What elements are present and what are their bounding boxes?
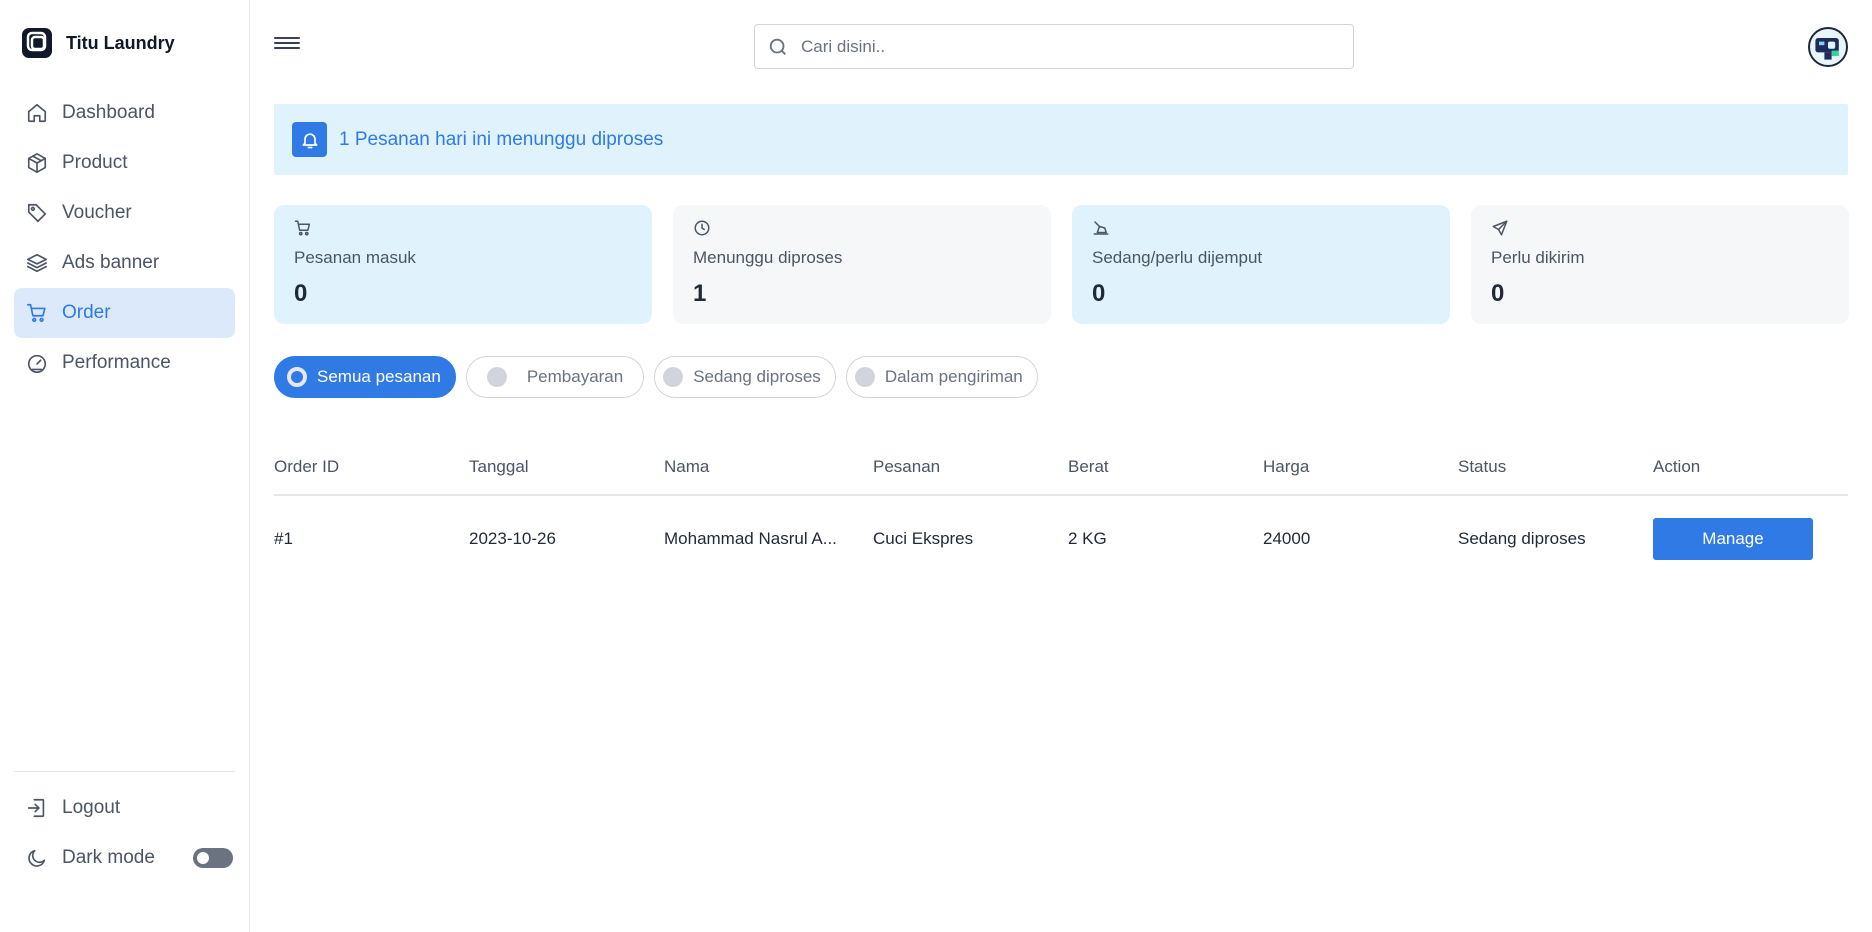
radio-indicator — [854, 367, 875, 387]
search-icon — [769, 38, 786, 55]
sidebar-item-order[interactable]: Order — [14, 288, 235, 338]
brand-logo-icon — [22, 28, 52, 58]
toggle-knob — [197, 852, 209, 864]
sidebar: Titu Laundry Dashboard Product Voucher A… — [0, 0, 250, 932]
cell-order-id: #1 — [274, 529, 293, 548]
layers-icon — [27, 253, 47, 273]
sidebar-item-ads-banner[interactable]: Ads banner — [14, 238, 235, 288]
sidebar-item-performance[interactable]: Performance — [14, 338, 235, 388]
sidebar-item-label: Order — [62, 302, 111, 323]
box-icon — [27, 153, 47, 173]
filter-pembayaran[interactable]: Pembayaran — [465, 356, 645, 398]
column-header-order-id: Order ID — [274, 457, 340, 476]
home-icon — [27, 103, 47, 123]
dark-mode-toggle[interactable] — [193, 848, 233, 868]
column-header-action: Action — [1653, 457, 1701, 476]
orders-table: Order ID Tanggal Nama Pesanan Berat Harg… — [274, 440, 1848, 582]
sidebar-item-label: Product — [62, 152, 128, 173]
radio-indicator — [486, 367, 507, 387]
filter-dalam-pengiriman[interactable]: Dalam pengiriman — [845, 356, 1038, 398]
avatar-image-icon — [1815, 38, 1839, 60]
stat-card-pesanan-masuk: Pesanan masuk 0 — [274, 205, 652, 324]
bell-icon — [302, 132, 317, 148]
sidebar-nav: Dashboard Product Voucher Ads banner Ord… — [14, 88, 235, 388]
hamburger-menu-icon[interactable] — [274, 34, 300, 56]
logout-button[interactable]: Logout — [14, 783, 235, 833]
avatar[interactable] — [1808, 27, 1848, 67]
pending-orders-alert: 1 Pesanan hari ini menunggu diproses — [274, 104, 1848, 175]
column-header-harga: Harga — [1263, 457, 1310, 476]
cell-berat: 2 KG — [1068, 529, 1107, 548]
radio-indicator — [287, 367, 307, 387]
alert-icon-box — [292, 122, 327, 157]
order-filters: Semua pesanan Pembayaran Sedang diproses… — [274, 356, 1038, 398]
cell-tanggal: 2023-10-26 — [469, 529, 556, 548]
table-row: #1 2023-10-26 Mohammad Nasrul A... Cuci … — [274, 496, 1848, 582]
sidebar-item-product[interactable]: Product — [14, 138, 235, 188]
stat-value: 1 — [693, 280, 707, 307]
sidebar-item-label: Voucher — [62, 202, 132, 223]
stat-card-perlu-dijemput: Sedang/perlu dijemput 0 — [1072, 205, 1450, 324]
stat-label: Sedang/perlu dijemput — [1092, 248, 1263, 267]
pickup-icon — [1093, 221, 1109, 235]
dark-mode-row: Dark mode — [14, 833, 235, 883]
gauge-icon — [27, 354, 47, 373]
filter-semua-pesanan[interactable]: Semua pesanan — [274, 356, 456, 398]
column-header-berat: Berat — [1068, 457, 1109, 476]
cell-harga: 24000 — [1263, 529, 1311, 548]
sidebar-item-label: Ads banner — [62, 252, 160, 273]
column-header-pesanan: Pesanan — [873, 457, 941, 476]
plane-icon — [1492, 220, 1508, 236]
stat-value: 0 — [1092, 280, 1106, 307]
clock-icon — [694, 220, 710, 236]
filter-label: Sedang diproses — [693, 367, 821, 386]
brand-name: Titu Laundry — [66, 32, 175, 53]
cell-status: Sedang diproses — [1458, 529, 1586, 548]
cart-icon — [27, 303, 46, 323]
sidebar-item-dashboard[interactable]: Dashboard — [14, 88, 235, 138]
stat-card-menunggu-diproses: Menunggu diproses 1 — [673, 205, 1051, 324]
brand[interactable]: Titu Laundry — [20, 26, 175, 60]
stat-label: Menunggu diproses — [693, 248, 843, 267]
stat-label: Perlu dikirim — [1491, 248, 1585, 267]
filter-label: Pembayaran — [526, 367, 624, 386]
stat-value: 0 — [294, 280, 308, 307]
stat-label: Pesanan masuk — [294, 248, 416, 267]
logout-label: Logout — [62, 797, 121, 818]
filter-label: Dalam pengiriman — [884, 367, 1023, 386]
search-bar — [754, 24, 1354, 69]
column-header-nama: Nama — [664, 457, 710, 476]
cell-pesanan: Cuci Ekspres — [873, 529, 974, 548]
search-input[interactable] — [801, 36, 1301, 57]
tag-icon — [27, 203, 47, 223]
cell-nama: Mohammad Nasrul A... — [664, 529, 837, 548]
alert-text: 1 Pesanan hari ini menunggu diproses — [339, 128, 664, 150]
radio-indicator — [663, 367, 684, 387]
cart-icon — [294, 220, 311, 236]
sidebar-divider — [14, 771, 235, 772]
column-header-status: Status — [1458, 457, 1507, 476]
filter-label: Semua pesanan — [317, 367, 441, 386]
column-header-tanggal: Tanggal — [469, 457, 529, 476]
dark-mode-label: Dark mode — [62, 847, 155, 868]
cell-action: Manage — [1653, 518, 1848, 560]
sidebar-item-label: Dashboard — [62, 102, 155, 123]
logout-icon — [27, 798, 45, 818]
filter-sedang-diproses[interactable]: Sedang diproses — [654, 356, 836, 398]
moon-icon — [28, 849, 46, 867]
table-header: Order ID Tanggal Nama Pesanan Berat Harg… — [274, 440, 1848, 496]
stat-value: 0 — [1491, 280, 1505, 307]
sidebar-item-label: Performance — [62, 352, 171, 373]
sidebar-item-voucher[interactable]: Voucher — [14, 188, 235, 238]
stat-card-perlu-dikirim: Perlu dikirim 0 — [1471, 205, 1849, 324]
sidebar-bottom: Logout Dark mode — [14, 783, 235, 883]
manage-button[interactable]: Manage — [1653, 518, 1813, 560]
